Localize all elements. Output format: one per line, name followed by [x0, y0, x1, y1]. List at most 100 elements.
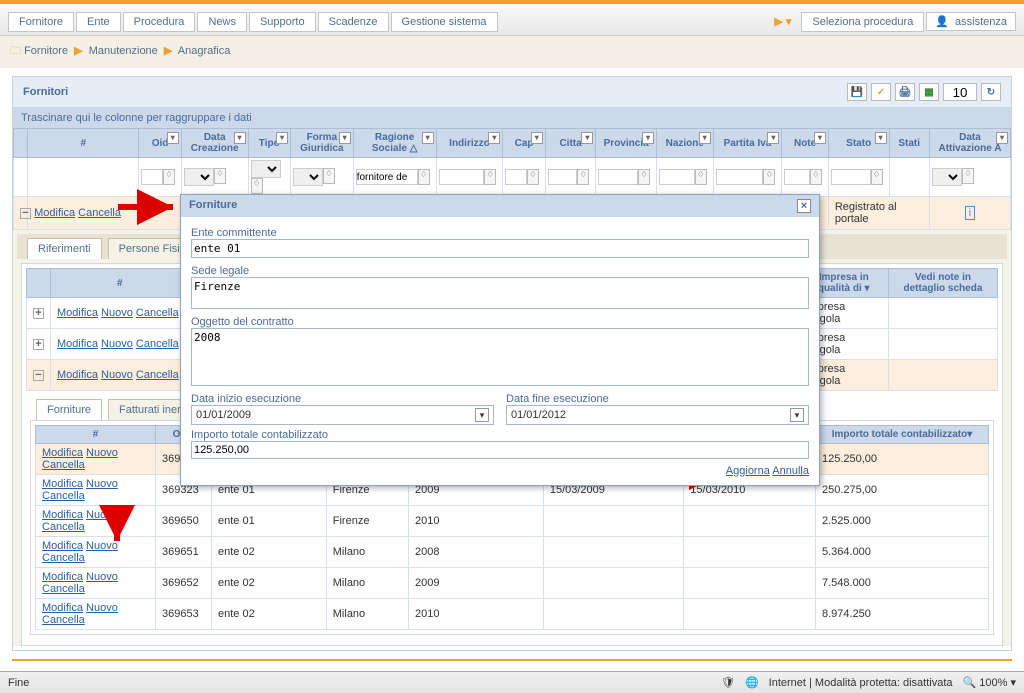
menu-scadenze[interactable]: Scadenze: [318, 12, 389, 32]
menu-procedura[interactable]: Procedura: [123, 12, 196, 32]
close-icon[interactable]: ×: [797, 199, 811, 213]
col-citta[interactable]: Citta▾: [545, 129, 596, 158]
rel-col-note[interactable]: Vedi note in dettaglio scheda: [888, 269, 997, 298]
filter-cap[interactable]: [505, 169, 526, 185]
filter-nazione[interactable]: [659, 169, 695, 185]
frow-cancella[interactable]: Cancella: [42, 614, 85, 626]
fine-select[interactable]: 01/01/2012▾: [506, 405, 809, 425]
rel-row1-modifica[interactable]: Modifica: [57, 307, 98, 319]
aggiorna-link[interactable]: Aggiorna: [726, 465, 770, 477]
row-modifica-link[interactable]: Modifica: [34, 207, 75, 219]
breadcrumb-fornitore[interactable]: Fornitore: [24, 45, 68, 57]
rel-row1-expander[interactable]: +: [33, 308, 44, 319]
fcol-importo[interactable]: Importo totale contabilizzato▾: [815, 426, 988, 444]
filter-ragione-sociale[interactable]: [356, 169, 418, 185]
frow-modifica[interactable]: Modifica: [42, 478, 83, 490]
frow-modifica[interactable]: Modifica: [42, 447, 83, 459]
col-cap[interactable]: Cap▾: [503, 129, 545, 158]
breadcrumb-manutenzione[interactable]: Manutenzione: [89, 45, 158, 57]
chevron-down-icon[interactable]: ▾: [167, 132, 179, 144]
refresh-icon[interactable]: ↻: [981, 83, 1001, 101]
filter-forma[interactable]: [293, 168, 323, 186]
filter-stato[interactable]: [831, 169, 871, 185]
frow-cancella[interactable]: Cancella: [42, 583, 85, 595]
oggetto-input[interactable]: 2008: [191, 328, 809, 386]
frow-cancella[interactable]: Cancella: [42, 490, 85, 502]
filter-indirizzo[interactable]: [439, 169, 485, 185]
col-hash[interactable]: #: [28, 129, 139, 158]
frow-nuovo[interactable]: Nuovo: [86, 602, 118, 614]
rel-row3-nuovo[interactable]: Nuovo: [101, 369, 133, 381]
rel-row3-modifica[interactable]: Modifica: [57, 369, 98, 381]
rel-row2-expander[interactable]: +: [33, 339, 44, 350]
frow-cancella[interactable]: Cancella: [42, 459, 85, 471]
col-oid[interactable]: Oid▾: [139, 129, 181, 158]
filter-note[interactable]: [784, 169, 810, 185]
rel-row2-nuovo[interactable]: Nuovo: [101, 338, 133, 350]
col-stati[interactable]: Stati: [889, 129, 929, 158]
rel-row1-cancella[interactable]: Cancella: [136, 307, 179, 319]
chevron-down-icon[interactable]: ▾: [790, 408, 804, 422]
select-procedure-button[interactable]: Seleziona procedura: [801, 12, 924, 32]
pagesize-input[interactable]: [943, 83, 977, 101]
menu-gestione-sistema[interactable]: Gestione sistema: [391, 12, 498, 32]
col-note[interactable]: Note▾: [782, 129, 829, 158]
inizio-select[interactable]: 01/01/2009▾: [191, 405, 494, 425]
col-ragione-sociale[interactable]: Ragione Sociale △▾: [353, 129, 436, 158]
print-icon[interactable]: 🖨: [895, 83, 915, 101]
info-icon[interactable]: i: [965, 206, 975, 220]
importo-input[interactable]: [191, 441, 809, 459]
frow-modifica[interactable]: Modifica: [42, 602, 83, 614]
col-data-attivazione[interactable]: Data Attivazione A▾: [929, 129, 1010, 158]
frow-modifica[interactable]: Modifica: [42, 571, 83, 583]
col-indirizzo[interactable]: Indirizzo▾: [436, 129, 503, 158]
col-forma-giuridica[interactable]: Forma Giuridica▾: [291, 129, 354, 158]
rel-col-hash[interactable]: #: [51, 269, 190, 298]
filter-provincia[interactable]: [598, 169, 638, 185]
tab-riferimenti[interactable]: Riferimenti: [27, 238, 102, 259]
save-icon[interactable]: 💾: [847, 83, 867, 101]
frow-nuovo[interactable]: Nuovo: [86, 478, 118, 490]
fcol-hash[interactable]: #: [36, 426, 156, 444]
rel-row2-cancella[interactable]: Cancella: [136, 338, 179, 350]
frow-nuovo[interactable]: Nuovo: [86, 447, 118, 459]
rel-row2-modifica[interactable]: Modifica: [57, 338, 98, 350]
zoom-dropdown[interactable]: 🔍 100% ▾: [963, 676, 1016, 689]
subtab-forniture[interactable]: Forniture: [36, 399, 102, 420]
row-cancella-link[interactable]: Cancella: [78, 207, 121, 219]
col-nazione[interactable]: Nazione▾: [656, 129, 713, 158]
ente-input[interactable]: ente 01: [191, 239, 809, 258]
filter-citta[interactable]: [548, 169, 578, 185]
rel-row1-nuovo[interactable]: Nuovo: [101, 307, 133, 319]
assistance-button[interactable]: 👤 assistenza: [926, 12, 1016, 31]
check-icon[interactable]: ✓: [871, 83, 891, 101]
frow-cancella[interactable]: Cancella: [42, 521, 85, 533]
menu-news[interactable]: News: [197, 12, 247, 32]
filter-data-creazione[interactable]: [184, 168, 214, 186]
filter-data-attivazione[interactable]: [932, 168, 962, 186]
frow-cancella[interactable]: Cancella: [42, 552, 85, 564]
filter-icon[interactable]: ♢: [163, 169, 175, 185]
frow-nuovo[interactable]: Nuovo: [86, 509, 118, 521]
frow-modifica[interactable]: Modifica: [42, 540, 83, 552]
dropdown-indicator-icon[interactable]: ▶ ▾: [774, 15, 791, 28]
filter-piva[interactable]: [716, 169, 764, 185]
filter-tipo[interactable]: [251, 160, 281, 178]
annulla-link[interactable]: Annulla: [772, 465, 809, 477]
filter-oid[interactable]: [141, 169, 162, 185]
sede-input[interactable]: Firenze: [191, 277, 809, 309]
menu-ente[interactable]: Ente: [76, 12, 121, 32]
col-tipo[interactable]: Tipo▾: [248, 129, 290, 158]
col-provincia[interactable]: Provincia▾: [596, 129, 657, 158]
row-collapse-icon[interactable]: −: [20, 208, 31, 219]
breadcrumb-anagrafica[interactable]: Anagrafica: [178, 45, 231, 57]
frow-nuovo[interactable]: Nuovo: [86, 540, 118, 552]
frow-modifica[interactable]: Modifica: [42, 509, 83, 521]
frow-nuovo[interactable]: Nuovo: [86, 571, 118, 583]
excel-icon[interactable]: ▦: [919, 83, 939, 101]
col-data-creazione[interactable]: Data Creazione▾: [181, 129, 248, 158]
chevron-down-icon[interactable]: ▾: [475, 408, 489, 422]
col-partita-iva[interactable]: Partita Iva▾: [713, 129, 782, 158]
col-stato[interactable]: Stato▾: [828, 129, 889, 158]
menu-supporto[interactable]: Supporto: [249, 12, 316, 32]
